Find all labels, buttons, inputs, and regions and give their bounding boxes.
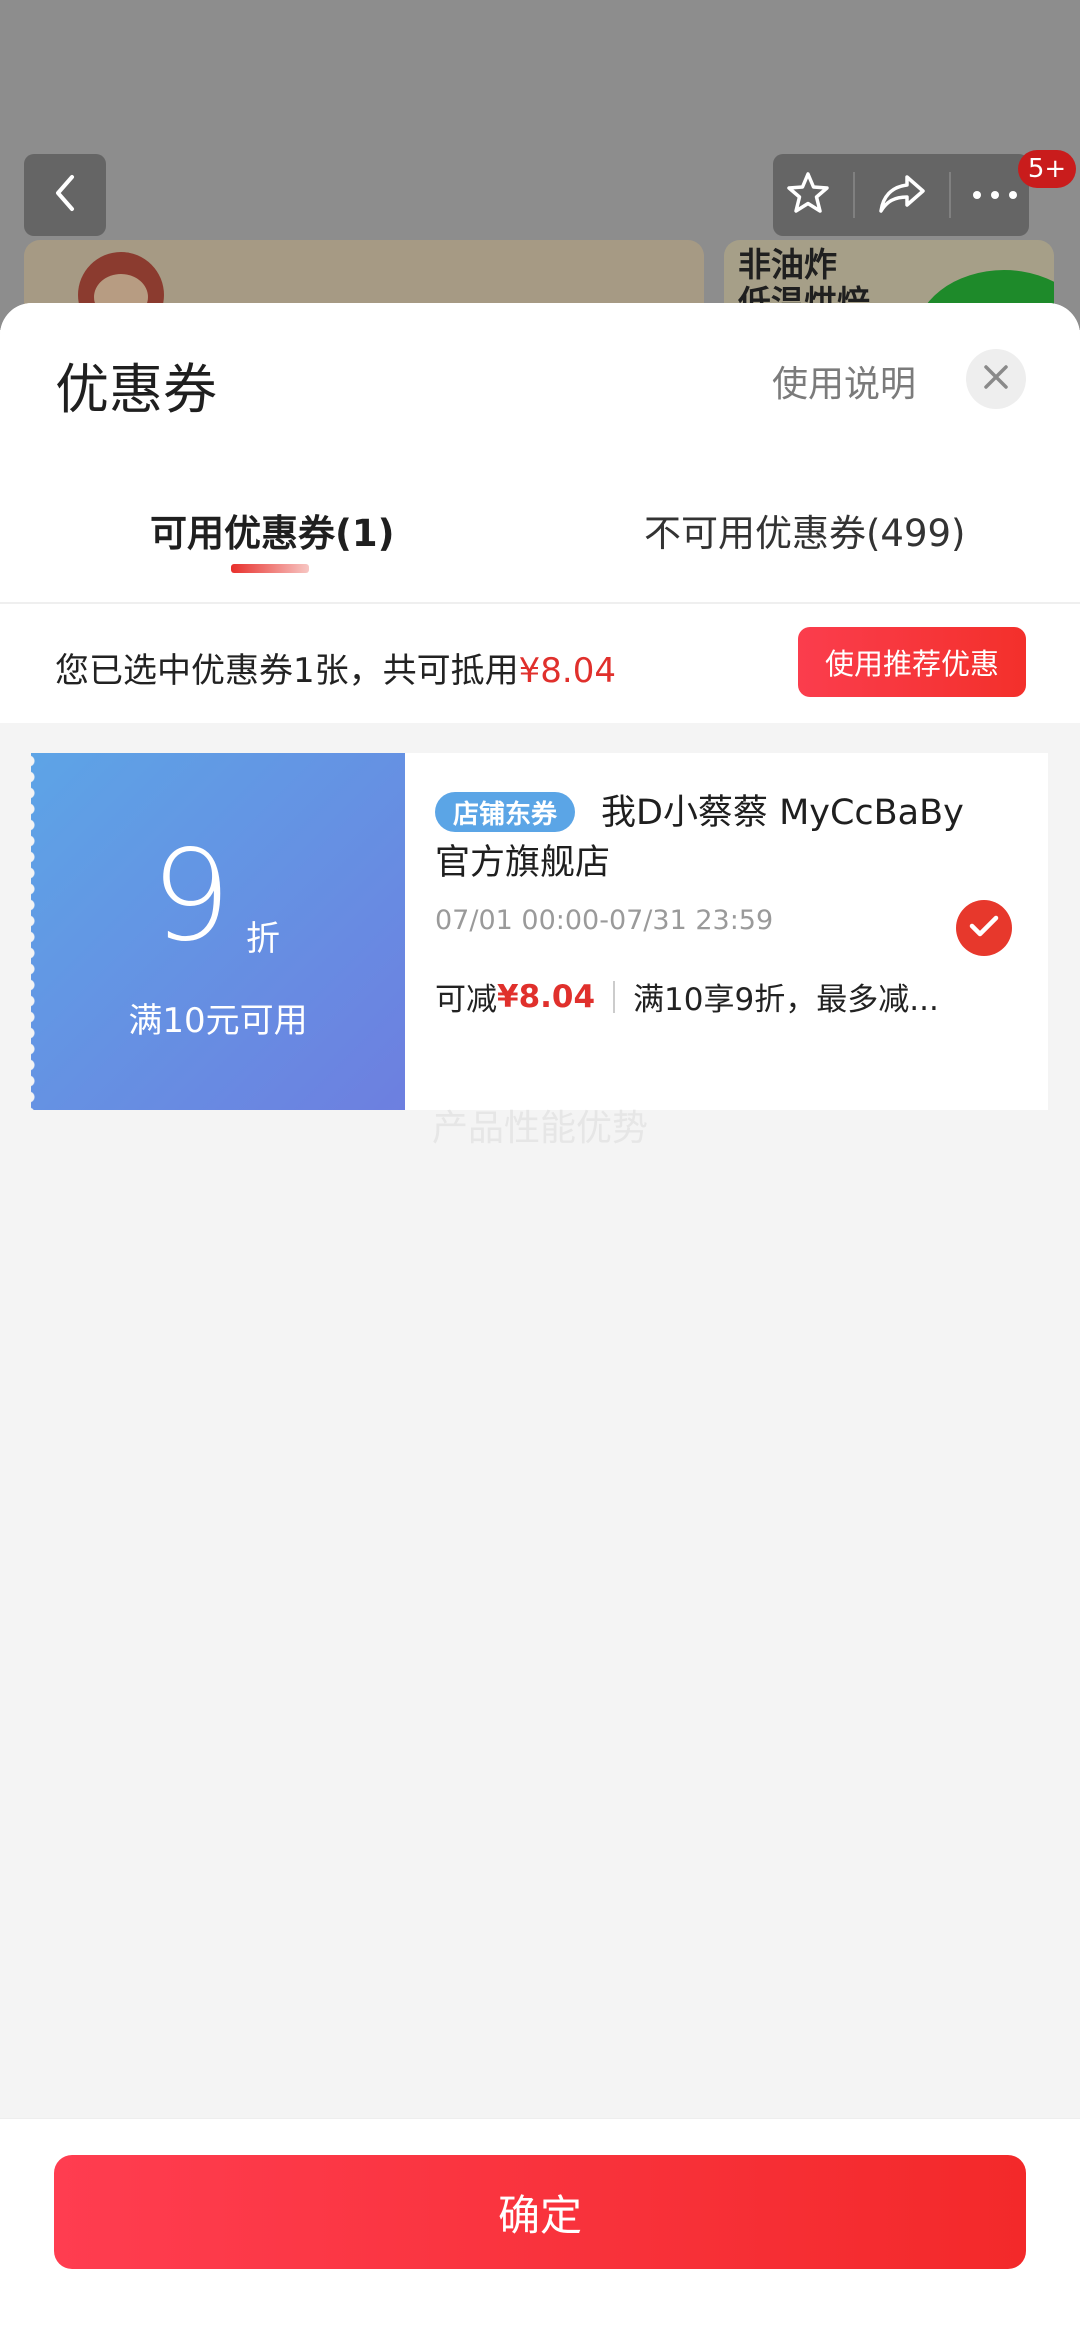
coupon-type-badge: 店铺东券: [435, 792, 576, 832]
divider: [613, 980, 616, 1013]
card-text-line: 非油炸: [738, 245, 837, 284]
tab-available-coupons[interactable]: 可用优惠券(1): [150, 503, 395, 557]
message-count-badge: 5+: [1018, 150, 1076, 188]
back-button[interactable]: [24, 154, 106, 236]
coupon-rule: 满10享9折，最多减...: [633, 982, 939, 1018]
tab-unavailable-coupons[interactable]: 不可用优惠券(499): [644, 503, 966, 557]
active-tab-indicator: [231, 564, 309, 573]
check-icon: [969, 914, 999, 942]
sheet-footer: 确定: [0, 2118, 1080, 2345]
discount-value: 9: [151, 822, 232, 969]
confirm-button[interactable]: 确定: [54, 2155, 1026, 2269]
chevron-left-icon: [48, 173, 82, 217]
divider: [948, 172, 951, 218]
coupon-card[interactable]: 9 折 满10元可用 我D小蔡蔡 MyCcBaBy官方旗舰店 店铺东券 07/0…: [29, 753, 1048, 1110]
sheet-header: 优惠券 使用说明 可用优惠券(1) 不可用优惠券(499) 您已选中优惠券1张，…: [0, 303, 1080, 723]
star-icon[interactable]: [784, 169, 832, 221]
discount-unit: 折: [246, 919, 280, 959]
background-ghost-text: 产品性能优势: [432, 1108, 649, 1149]
summary-amount: ¥8.04: [518, 651, 616, 691]
saving-label: 可减: [435, 982, 497, 1018]
divider: [0, 602, 1080, 604]
usage-threshold: 满10元可用: [128, 1001, 308, 1041]
use-recommended-button[interactable]: 使用推荐优惠: [798, 627, 1026, 697]
top-action-bar: [773, 154, 1029, 236]
share-icon[interactable]: [877, 171, 927, 219]
saving-line: 可减 ¥8.04 满10享9折，最多减...: [435, 974, 939, 1019]
close-button[interactable]: [966, 349, 1026, 409]
summary-text: 您已选中优惠券1张，共可抵用: [55, 651, 519, 691]
background-page: 5+ 非油炸 低温烘焙: [0, 0, 1080, 330]
selected-checkmark[interactable]: [956, 900, 1012, 956]
coupon-sheet: 优惠券 使用说明 可用优惠券(1) 不可用优惠券(499) 您已选中优惠券1张，…: [0, 303, 1080, 2344]
scalloped-edge: [29, 753, 39, 1110]
more-icon[interactable]: [972, 186, 1018, 205]
divider: [853, 172, 856, 218]
close-icon: [982, 363, 1010, 395]
coupon-value-panel: 9 折 满10元可用: [29, 753, 405, 1110]
sheet-title: 优惠券: [55, 358, 217, 421]
saving-amount: ¥8.04: [497, 978, 596, 1015]
usage-instructions-link[interactable]: 使用说明: [772, 355, 916, 407]
validity-period: 07/01 00:00-07/31 23:59: [435, 905, 774, 936]
selection-summary: 您已选中优惠券1张，共可抵用¥8.04: [55, 643, 616, 692]
